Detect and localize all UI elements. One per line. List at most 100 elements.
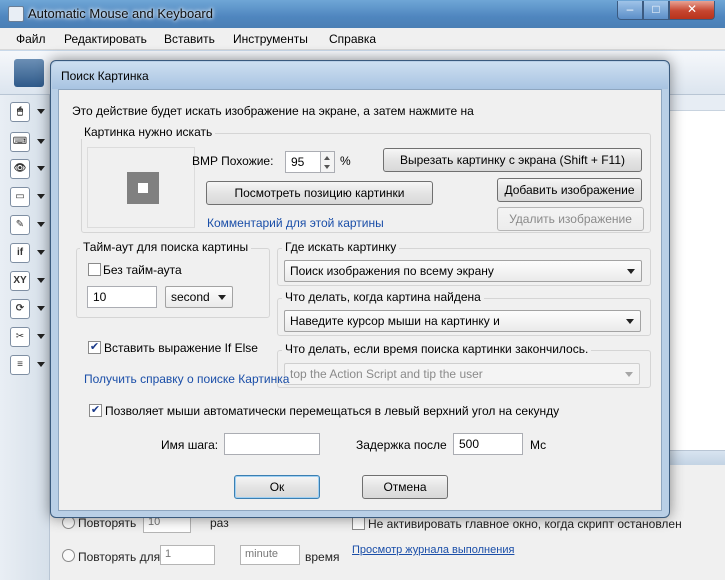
- comment-link[interactable]: Комментарий для этой картины: [207, 216, 384, 230]
- open-folder-icon[interactable]: [14, 59, 44, 87]
- where-select-value: Поиск изображения по всему экрану: [290, 264, 494, 278]
- chevron-down-icon[interactable]: [37, 306, 45, 311]
- chevron-down-icon[interactable]: [37, 222, 45, 227]
- if-icon: if: [10, 243, 30, 263]
- add-image-button[interactable]: Добавить изображение: [497, 178, 642, 202]
- loop-icon: ⟳: [10, 299, 30, 319]
- menu-help[interactable]: Справка: [329, 32, 376, 46]
- chevron-down-icon[interactable]: [37, 194, 45, 199]
- repeat-for-label: Повторять для: [78, 550, 161, 564]
- dialog-title: Поиск Картинка: [61, 69, 149, 83]
- repeat-for-unit-select[interactable]: minute: [240, 545, 300, 565]
- rail-list[interactable]: ≡: [8, 353, 48, 377]
- mouse-icon: 🖱: [10, 102, 30, 122]
- timeout-action-group-legend: Что делать, если время поиска картинки з…: [282, 342, 592, 356]
- found-action-value: Наведите курсор мыши на картинку и: [290, 314, 500, 328]
- timeout-value-input[interactable]: 10: [87, 286, 157, 308]
- list-icon: ≡: [10, 355, 30, 375]
- insert-if-checkbox[interactable]: ✔: [88, 341, 101, 354]
- remove-image-button[interactable]: Удалить изображение: [497, 207, 644, 231]
- auto-move-label: Позволяет мыши автоматически перемещатьс…: [105, 404, 560, 418]
- action-sidebar: 🖱 ⌨ 👁 ▭ ✎ if XY ⟳ ✂ ≡: [0, 95, 50, 580]
- menu-edit[interactable]: Редактировать: [64, 32, 147, 46]
- repeat-for-radio[interactable]: [62, 549, 75, 562]
- folder-icon: ✎: [10, 215, 30, 235]
- image-placeholder-icon: [127, 172, 159, 204]
- help-link[interactable]: Получить справку о поиске Картинка: [84, 372, 289, 386]
- chevron-down-icon: [218, 295, 226, 300]
- app-title: Automatic Mouse and Keyboard: [28, 6, 213, 21]
- step-name-input[interactable]: [224, 433, 320, 455]
- rail-mouse[interactable]: 🖱: [8, 100, 48, 124]
- rail-tools[interactable]: ✂: [8, 325, 48, 349]
- no-timeout-checkbox[interactable]: [88, 263, 101, 276]
- no-activate-label: Не активировать главное окно, когда скри…: [368, 517, 682, 531]
- window-icon: ▭: [10, 187, 30, 207]
- log-link[interactable]: Просмотр журнала выполнения: [352, 544, 514, 556]
- delay-unit: Мс: [530, 438, 547, 452]
- where-select[interactable]: Поиск изображения по всему экрану: [284, 260, 642, 282]
- repeat-unit: раз: [210, 516, 229, 530]
- delay-input[interactable]: 500: [453, 433, 523, 455]
- rail-loop[interactable]: ⟳: [8, 297, 48, 321]
- view-position-button[interactable]: Посмотреть позицию картинки: [206, 181, 433, 205]
- menu-file[interactable]: Файл: [16, 32, 46, 46]
- rail-if[interactable]: if: [8, 241, 48, 265]
- no-timeout-label: Без тайм-аута: [103, 263, 182, 277]
- rail-window[interactable]: ▭: [8, 185, 48, 209]
- cancel-button[interactable]: Отмена: [362, 475, 448, 499]
- ok-button[interactable]: Ок: [234, 475, 320, 499]
- repeat-for-input[interactable]: 1: [160, 545, 215, 565]
- chevron-down-icon: [626, 319, 634, 324]
- image-group-legend: Картинка нужно искать: [81, 125, 216, 139]
- similarity-label: BMP Похожие:: [192, 154, 274, 168]
- where-group-legend: Где искать картинку: [282, 240, 400, 254]
- timeout-group-legend: Тайм-аут для поиска картины: [80, 240, 252, 254]
- search-image-dialog: Поиск Картинка Это действие будет искать…: [50, 60, 670, 518]
- maximize-button[interactable]: □: [643, 1, 669, 20]
- close-window-button[interactable]: ✕: [669, 1, 715, 20]
- menu-bar: Файл Редактировать Вставить Инструменты …: [0, 28, 725, 50]
- eye-icon: 👁: [10, 159, 30, 179]
- dialog-title-bar: Поиск Картинка: [52, 62, 668, 89]
- no-activate-checkbox[interactable]: [352, 517, 365, 530]
- found-action-select[interactable]: Наведите курсор мыши на картинку и: [284, 310, 641, 332]
- delay-label: Задержка после: [356, 438, 447, 452]
- script-list-header: [669, 95, 725, 111]
- step-name-label: Имя шага:: [161, 438, 219, 452]
- timeout-unit-value: second: [171, 290, 210, 304]
- xy-icon: XY: [10, 271, 30, 291]
- menu-tools[interactable]: Инструменты: [233, 32, 308, 46]
- time-label: время: [305, 550, 340, 564]
- insert-if-label: Вставить выражение If Else: [104, 341, 258, 355]
- chevron-down-icon[interactable]: [37, 278, 45, 283]
- rail-xy[interactable]: XY: [8, 269, 48, 293]
- rail-eye[interactable]: 👁: [8, 157, 48, 181]
- timeout-action-select[interactable]: top the Action Script and tip the user: [284, 363, 640, 385]
- app-icon: [8, 6, 24, 22]
- chevron-down-icon[interactable]: [37, 362, 45, 367]
- similarity-unit: %: [340, 154, 351, 168]
- dialog-intro-text: Это действие будет искать изображение на…: [72, 104, 474, 118]
- rail-edit[interactable]: ✎: [8, 213, 48, 237]
- keyboard-icon: ⌨: [10, 132, 30, 152]
- tools-icon: ✂: [10, 327, 30, 347]
- menu-insert[interactable]: Вставить: [164, 32, 215, 46]
- auto-move-checkbox[interactable]: ✔: [89, 404, 102, 417]
- found-group-legend: Что делать, когда картина найдена: [282, 290, 484, 304]
- image-preview[interactable]: [87, 147, 195, 228]
- chevron-down-icon[interactable]: [37, 166, 45, 171]
- chevron-down-icon: [625, 372, 633, 377]
- chevron-down-icon[interactable]: [37, 334, 45, 339]
- chevron-down-icon[interactable]: [37, 139, 45, 144]
- chevron-down-icon[interactable]: [37, 250, 45, 255]
- similarity-spinner[interactable]: [321, 151, 335, 173]
- chevron-down-icon[interactable]: [37, 109, 45, 114]
- cut-image-button[interactable]: Вырезать картинку с экрана (Shift + F11): [383, 148, 642, 172]
- minimize-button[interactable]: ‒: [617, 1, 643, 20]
- similarity-input[interactable]: 95: [285, 151, 321, 173]
- app-title-bar: Automatic Mouse and Keyboard ‒ □ ✕: [0, 0, 725, 28]
- rail-keyboard[interactable]: ⌨: [8, 130, 48, 154]
- timeout-unit-select[interactable]: second: [165, 286, 233, 308]
- chevron-down-icon: [627, 269, 635, 274]
